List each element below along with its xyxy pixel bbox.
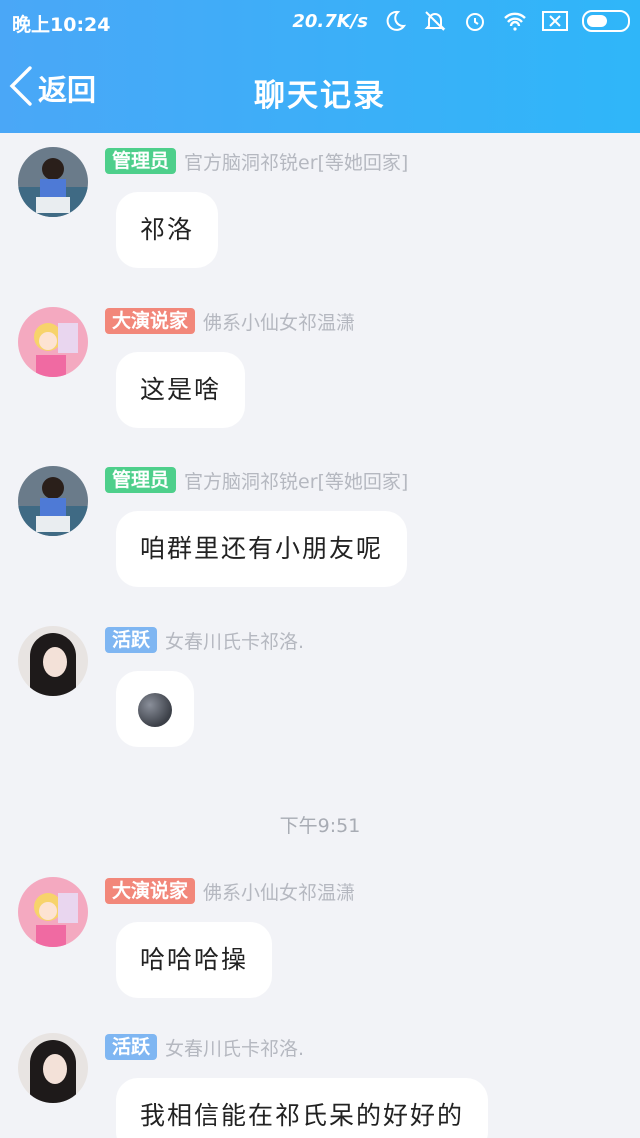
alarm-icon: [462, 8, 488, 34]
nav-bar: 返回 聊天记录: [0, 54, 640, 124]
role-badge: 大演说家: [105, 878, 196, 904]
status-bar: 晚上10:24 20.7K/s: [0, 0, 640, 44]
role-badge: 活跃: [105, 1034, 158, 1060]
avatar[interactable]: [18, 466, 88, 536]
role-badge: 活跃: [105, 627, 158, 653]
status-time: 晚上10:24: [12, 14, 111, 36]
moon-icon: [382, 8, 408, 34]
role-badge: 管理员: [105, 467, 177, 493]
sender-name: 女春川氏卡祁洛.: [165, 630, 305, 653]
avatar[interactable]: [18, 1033, 88, 1103]
chat-history[interactable]: 管理员 官方脑洞祁锐er[等她回家] 祁洛 大演说家 佛系小仙女祁温潇 这是啥 …: [0, 133, 640, 1138]
header-bar: 晚上10:24 20.7K/s 返回 聊天记录: [0, 0, 640, 133]
battery-icon: [582, 10, 630, 32]
avatar[interactable]: [18, 877, 88, 947]
role-badge: 管理员: [105, 148, 177, 174]
role-badge: 大演说家: [105, 308, 196, 334]
mute-bell-icon: [422, 8, 448, 34]
new-moon-face-icon: [138, 693, 172, 727]
network-speed: 20.7K/s: [292, 10, 368, 32]
message-bubble[interactable]: 祁洛: [116, 192, 219, 268]
sender-name: 官方脑洞祁锐er[等她回家]: [184, 470, 409, 493]
avatar[interactable]: [18, 626, 88, 696]
message-bubble[interactable]: 咱群里还有小朋友呢: [116, 511, 408, 587]
sender-name: 官方脑洞祁锐er[等她回家]: [184, 151, 409, 174]
wifi-icon: [502, 8, 528, 34]
sender-name: 佛系小仙女祁温潇: [203, 881, 356, 904]
message-bubble[interactable]: 我相信能在祁氏呆的好好的: [116, 1078, 489, 1138]
sender-name: 女春川氏卡祁洛.: [165, 1037, 305, 1060]
sim-off-icon: [542, 8, 568, 34]
avatar[interactable]: [18, 307, 88, 377]
time-divider: 下午9:51: [279, 815, 361, 837]
message-bubble[interactable]: 这是啥: [116, 352, 246, 428]
message-bubble[interactable]: [116, 671, 194, 747]
page-title: 聊天记录: [254, 78, 386, 114]
avatar[interactable]: [18, 147, 88, 217]
message-bubble[interactable]: 哈哈哈操: [116, 922, 273, 998]
sender-name: 佛系小仙女祁温潇: [203, 311, 356, 334]
